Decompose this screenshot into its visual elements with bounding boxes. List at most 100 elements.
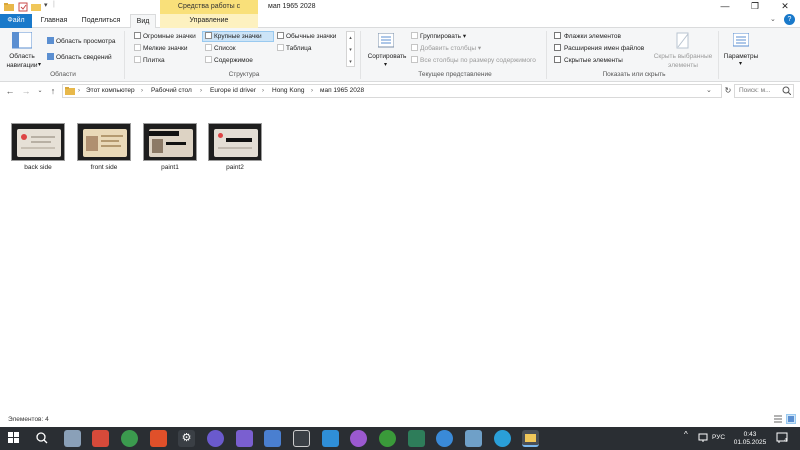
network-icon[interactable] xyxy=(698,433,708,445)
layout-content[interactable]: Содержимое xyxy=(205,56,253,65)
layout-gallery-scroll[interactable]: ▴ ▾ ▾ xyxy=(346,31,355,67)
navigation-pane-button[interactable]: Область навигации xyxy=(3,52,41,70)
tab-share[interactable]: Поделиться xyxy=(76,14,126,28)
breadcrumb-chevron-icon[interactable]: › xyxy=(311,85,313,97)
tab-home[interactable]: Главная xyxy=(34,14,74,28)
file-name-back-side[interactable]: back side xyxy=(6,164,70,171)
file-thumbnail-paint1[interactable] xyxy=(143,123,197,161)
properties-icon[interactable] xyxy=(18,2,28,12)
medium-icons-icon xyxy=(277,32,284,39)
breadcrumb-chevron-icon[interactable]: › xyxy=(200,85,202,97)
file-name-front-side[interactable]: front side xyxy=(72,164,136,171)
hide-selected-button[interactable]: Скрыть выбранные элементы xyxy=(652,52,714,70)
pinned-app-icon[interactable] xyxy=(322,430,339,447)
file-thumbnail-paint2[interactable] xyxy=(208,123,262,161)
task-view-app-icon[interactable] xyxy=(64,430,81,447)
layout-medium-icons[interactable]: Обычные значки xyxy=(277,32,336,41)
file-name-paint2[interactable]: paint2 xyxy=(203,164,267,171)
layout-details[interactable]: Таблица xyxy=(277,44,312,53)
language-indicator[interactable]: РУС xyxy=(712,434,725,442)
card-emblem xyxy=(21,134,27,140)
file-extensions-checkbox[interactable] xyxy=(554,44,561,51)
tab-view[interactable]: Вид xyxy=(130,14,156,29)
details-view-icon[interactable] xyxy=(773,414,783,424)
pinned-app-icon[interactable] xyxy=(293,430,310,447)
layout-details-label: Таблица xyxy=(286,45,312,52)
back-arrow-icon[interactable]: ← xyxy=(4,85,16,97)
breadcrumb-this-pc[interactable]: Этот компьютер xyxy=(86,85,135,97)
context-tab-group: Средства работы с рисунками xyxy=(160,0,258,23)
file-thumbnail-front-side[interactable] xyxy=(77,123,131,161)
fit-columns-button[interactable]: Все столбцы по размеру содержимого xyxy=(411,56,536,65)
details-icon xyxy=(277,44,284,51)
taskbar-search-icon[interactable] xyxy=(36,432,48,446)
sort-button[interactable]: Сортировать xyxy=(366,52,408,61)
hidden-items-checkbox[interactable] xyxy=(554,56,561,63)
details-pane-button[interactable]: Область сведений xyxy=(47,53,112,62)
breadcrumb-chevron-icon[interactable]: › xyxy=(141,85,143,97)
pinned-app-icon[interactable] xyxy=(207,430,224,447)
layout-list[interactable]: Список xyxy=(205,44,236,53)
tab-manage[interactable]: Управление xyxy=(160,14,258,28)
layout-tiles[interactable]: Плитка xyxy=(134,56,165,65)
pinned-app-icon[interactable] xyxy=(264,430,281,447)
layout-small-icons[interactable]: Мелкие значки xyxy=(134,44,187,53)
settings-gear-icon[interactable]: ⚙ xyxy=(178,430,195,447)
telegram-icon[interactable] xyxy=(494,430,511,447)
breadcrumb-current-folder[interactable]: мап 1965 2028 xyxy=(320,85,364,97)
brave-icon[interactable] xyxy=(150,430,167,447)
help-icon[interactable]: ? xyxy=(784,14,795,25)
breadcrumb-desktop[interactable]: Рабочий стол xyxy=(151,85,192,97)
chrome-icon[interactable] xyxy=(121,430,138,447)
address-history-dropdown-icon[interactable]: ⌄ xyxy=(706,85,712,97)
pinned-app-icon[interactable] xyxy=(236,430,253,447)
pinned-app-icon[interactable] xyxy=(92,430,109,447)
forward-arrow-icon[interactable]: → xyxy=(20,85,32,97)
up-arrow-icon[interactable]: ↑ xyxy=(47,85,59,97)
recent-locations-icon[interactable]: ⌄ xyxy=(34,85,46,97)
navigation-pane-dropdown-icon[interactable]: ▾ xyxy=(38,61,41,68)
preview-pane-icon xyxy=(47,37,54,44)
tor-browser-icon[interactable] xyxy=(350,430,367,447)
item-checkboxes-checkbox[interactable] xyxy=(554,32,561,39)
navigation-pane-label-2: навигации xyxy=(6,62,38,69)
options-dropdown-icon[interactable]: ▾ xyxy=(739,60,742,67)
search-icon[interactable] xyxy=(782,86,792,97)
new-folder-icon[interactable] xyxy=(31,2,41,12)
layout-extra-large-icons-label: Огромные значки xyxy=(143,33,196,40)
sort-dropdown-icon[interactable]: ▾ xyxy=(384,61,387,68)
hidden-items-label: Скрытые элементы xyxy=(564,57,623,64)
file-explorer-taskbar-icon[interactable] xyxy=(522,430,539,447)
windows-start-icon[interactable] xyxy=(8,432,20,446)
preview-pane-button[interactable]: Область просмотра xyxy=(47,37,115,46)
tab-file[interactable]: Файл xyxy=(0,14,32,28)
quick-access-dropdown-icon[interactable]: ▾ xyxy=(44,1,48,9)
pinned-app-icon[interactable] xyxy=(465,430,482,447)
clock-date: 01.05.2025 xyxy=(733,439,767,446)
refresh-icon[interactable]: ↻ xyxy=(722,85,734,97)
utorrent-icon[interactable] xyxy=(379,430,396,447)
pinned-app-icon[interactable] xyxy=(408,430,425,447)
add-columns-button[interactable]: Добавить столбцы ▾ xyxy=(411,44,481,53)
item-checkboxes-toggle[interactable]: Флажки элементов xyxy=(554,32,621,41)
redaction-bar xyxy=(226,138,252,142)
close-button[interactable]: ✕ xyxy=(770,0,800,14)
breadcrumb-chevron-icon[interactable]: › xyxy=(262,85,264,97)
taskbar-clock[interactable]: 0:43 01.05.2025 xyxy=(732,431,768,447)
tray-overflow-icon[interactable]: ^ xyxy=(684,431,688,439)
layout-large-icons[interactable]: Крупные значки xyxy=(205,32,262,41)
file-name-paint1[interactable]: paint1 xyxy=(138,164,202,171)
ribbon-collapse-icon[interactable]: ⌄ xyxy=(770,15,776,23)
group-by-button[interactable]: Группировать ▾ xyxy=(411,32,466,41)
file-thumbnail-back-side[interactable] xyxy=(11,123,65,161)
layout-extra-large-icons[interactable]: Огромные значки xyxy=(134,32,196,41)
minimize-button[interactable]: — xyxy=(710,0,740,14)
breadcrumb-europe-id-driver[interactable]: Europe id driver xyxy=(210,85,256,97)
breadcrumb-chevron-icon[interactable]: › xyxy=(78,85,80,97)
hidden-items-toggle[interactable]: Скрытые элементы xyxy=(554,56,623,65)
breadcrumb-hong-kong[interactable]: Hong Kong xyxy=(272,85,305,97)
large-icons-view-icon[interactable] xyxy=(786,414,796,424)
pinned-app-icon[interactable] xyxy=(436,430,453,447)
maximize-button[interactable]: ❐ xyxy=(740,0,770,14)
file-extensions-toggle[interactable]: Расширения имен файлов xyxy=(554,44,644,53)
